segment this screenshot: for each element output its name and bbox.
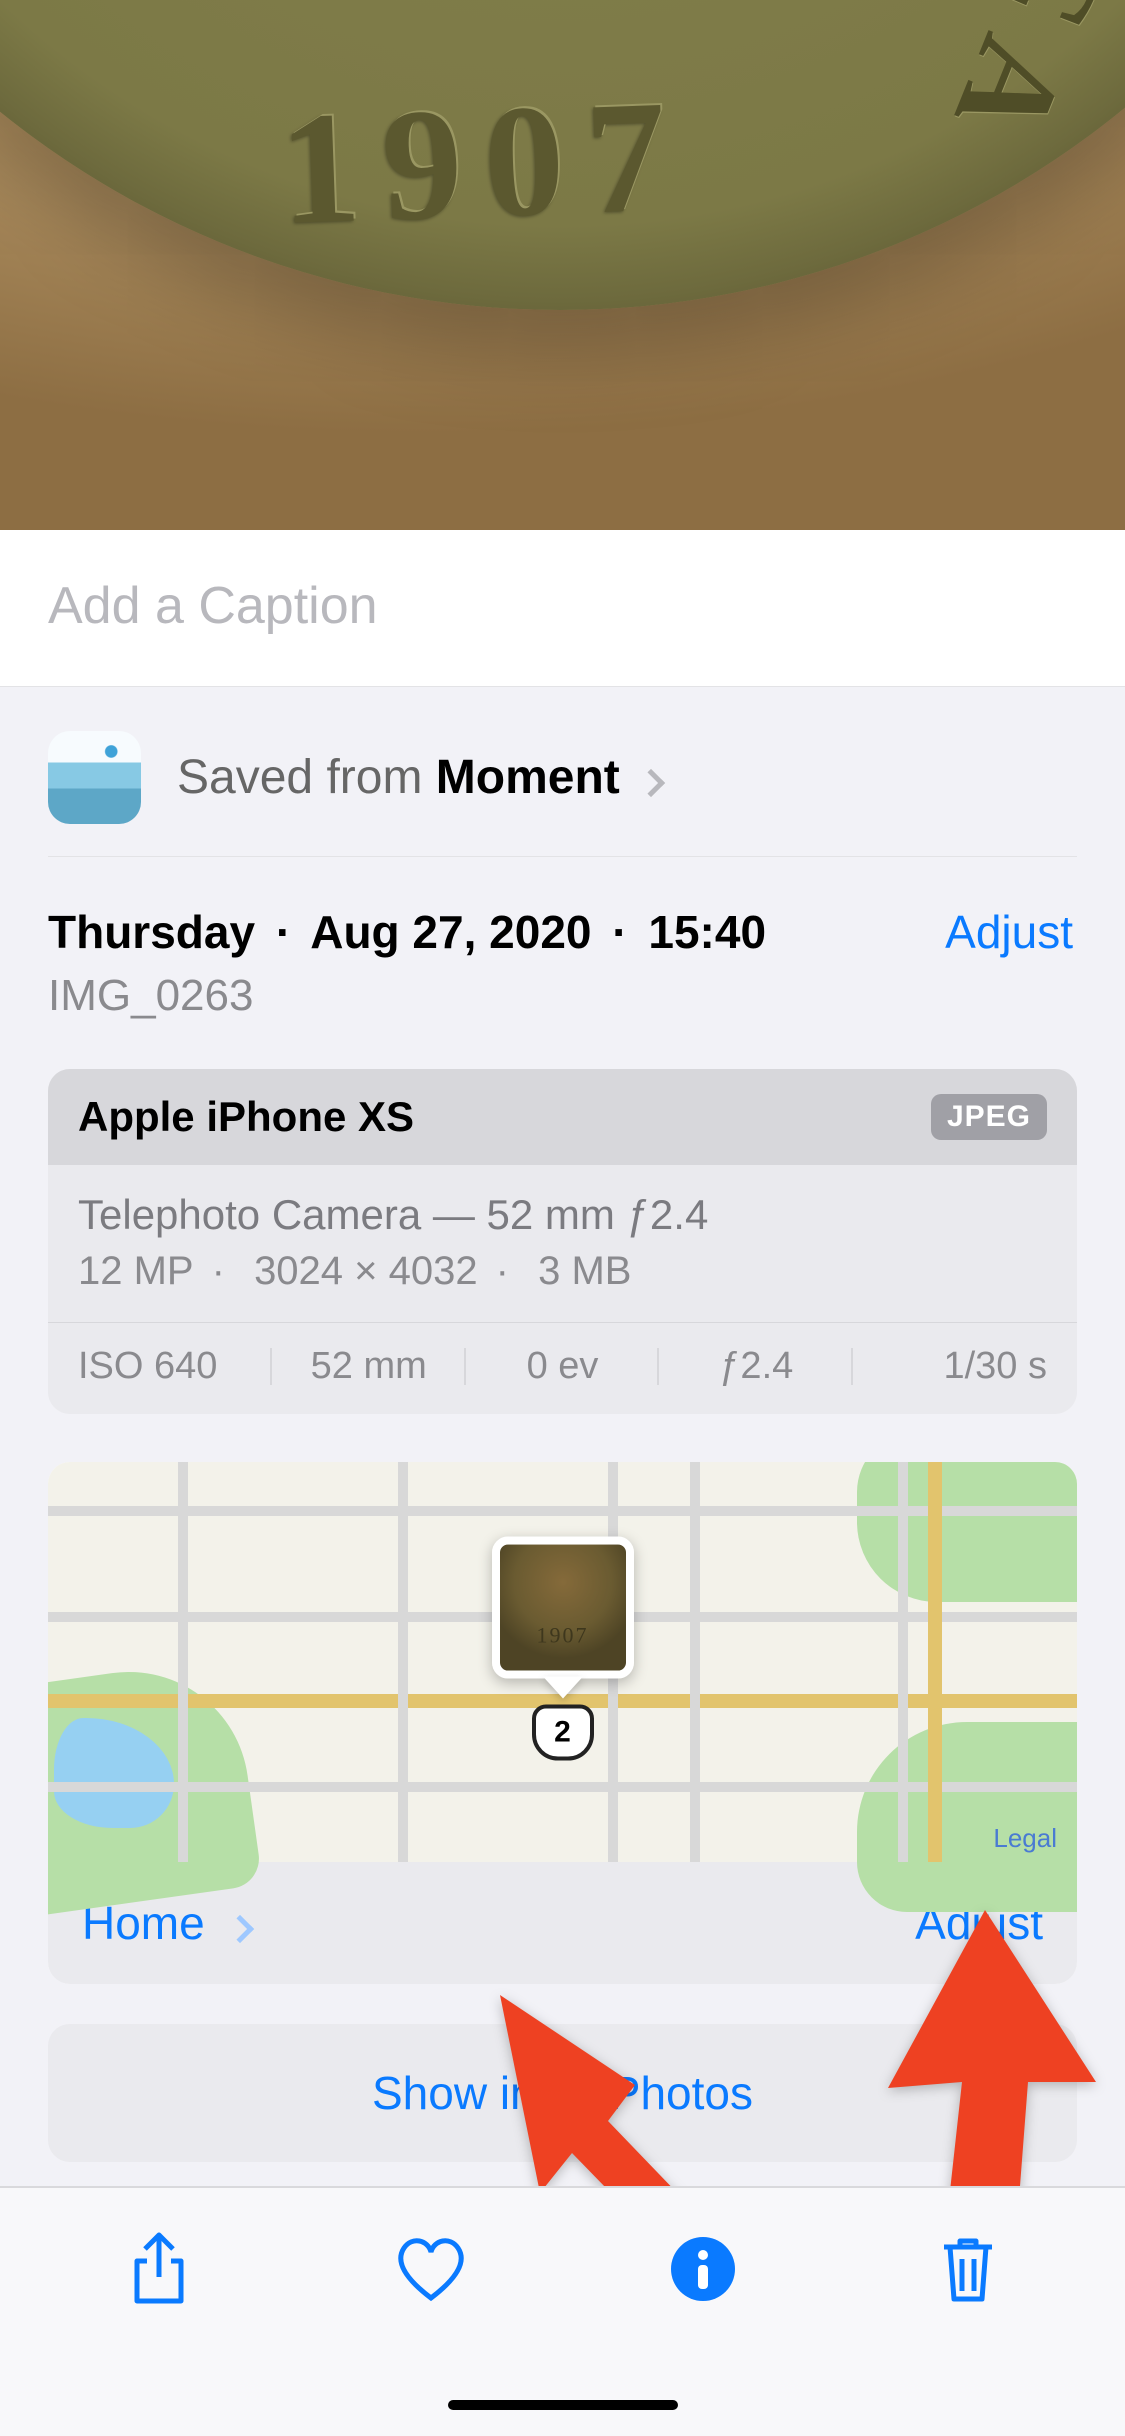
chevron-right-icon (225, 1915, 253, 1943)
date-info: Thursday · Aug 27, 2020 · 15:40 IMG_0263 (48, 905, 766, 1021)
favorite-button[interactable] (370, 2220, 492, 2318)
show-in-all-photos-button[interactable]: Show in All Photos (372, 2066, 753, 2120)
caption-input[interactable] (48, 576, 1077, 636)
date-time: 15:40 (648, 906, 766, 958)
trash-icon (938, 2233, 998, 2305)
photo-preview[interactable]: 1907 CA (0, 0, 1125, 530)
camera-info-card: Apple iPhone XS JPEG Telephoto Camera — … (48, 1069, 1077, 1414)
stat-aperture: ƒ2.4 (659, 1345, 853, 1388)
file-type-badge: JPEG (931, 1094, 1047, 1140)
home-indicator[interactable] (448, 2400, 678, 2410)
delete-button[interactable] (914, 2217, 1022, 2321)
lens-line: Telephoto Camera — 52 mm ƒ2.4 (78, 1191, 1047, 1239)
saved-from-prefix: Saved from (177, 751, 436, 804)
map-pin-thumbnail (492, 1537, 634, 1679)
camera-stats-row: ISO 640 52 mm 0 ev ƒ2.4 1/30 s (48, 1323, 1077, 1414)
date-weekday: Thursday (48, 906, 255, 958)
map-canvas[interactable]: 2 Legal (48, 1462, 1077, 1862)
info-icon (671, 2237, 735, 2301)
filename: IMG_0263 (48, 971, 766, 1021)
map-legal-credit: Legal (993, 1823, 1057, 1854)
stat-iso: ISO 640 (78, 1345, 272, 1388)
saved-from-row[interactable]: Saved from Moment (48, 713, 1077, 857)
saved-from-text: Saved from Moment (177, 750, 661, 805)
moment-app-icon (48, 731, 141, 824)
share-button[interactable] (103, 2215, 215, 2323)
share-icon (127, 2231, 191, 2307)
stat-focal: 52 mm (272, 1345, 466, 1388)
saved-from-app: Moment (436, 751, 620, 804)
date-date: Aug 27, 2020 (310, 906, 591, 958)
coin-year-text: 1907 (277, 63, 691, 262)
adjust-date-button[interactable]: Adjust (941, 905, 1077, 959)
location-map-card[interactable]: 2 Legal Home Adjust (48, 1462, 1077, 1984)
camera-device: Apple iPhone XS (78, 1093, 414, 1141)
show-in-all-photos-row: Show in All Photos (48, 2024, 1077, 2162)
bottom-toolbar (0, 2186, 1125, 2436)
chevron-right-icon (637, 769, 665, 797)
stat-ev: 0 ev (466, 1345, 660, 1388)
map-pin: 2 (492, 1537, 634, 1761)
heart-icon (394, 2236, 468, 2302)
highway-shield-icon: 2 (532, 1705, 594, 1761)
caption-row (0, 530, 1125, 687)
resolution-line: 12 MP· 3024 × 4032· 3 MB (78, 1249, 1047, 1294)
info-button[interactable] (647, 2221, 759, 2317)
stat-shutter: 1/30 s (853, 1345, 1047, 1388)
